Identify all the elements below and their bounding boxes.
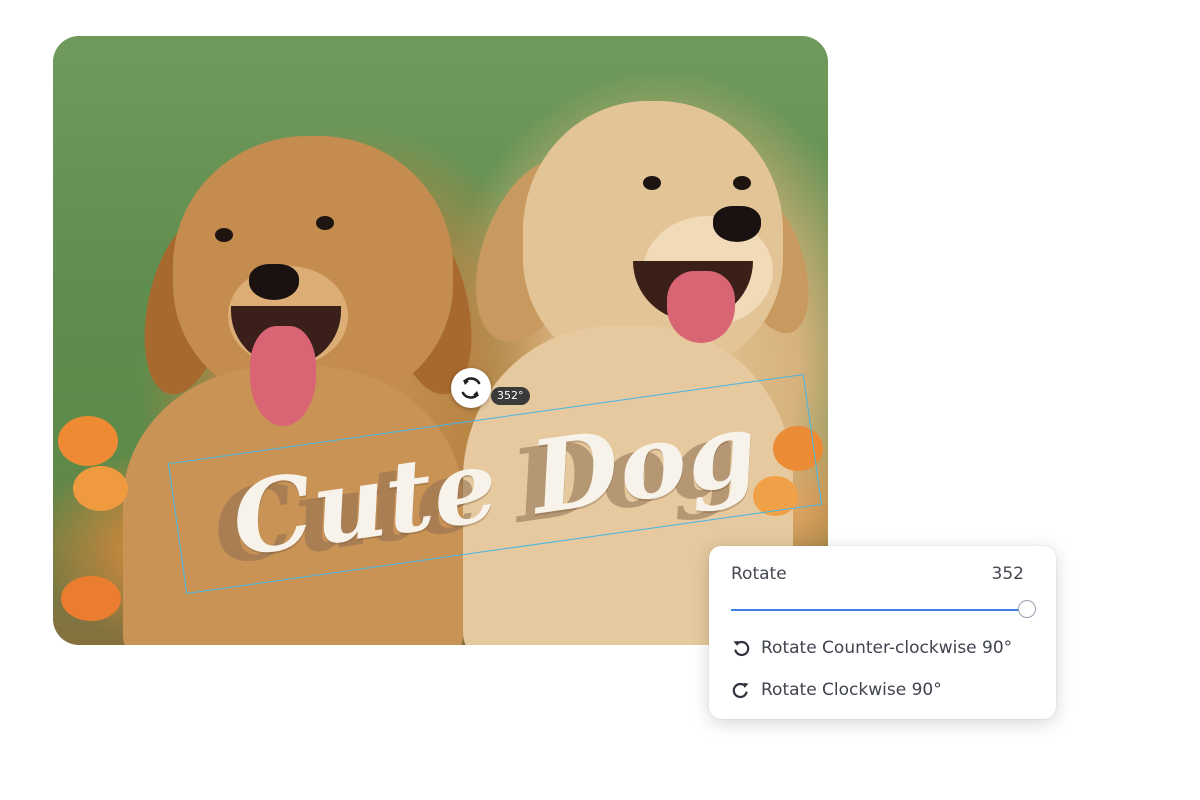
rotate-value: 352: [991, 564, 1024, 584]
rotate-ccw-icon: [733, 640, 750, 657]
rotate-slider[interactable]: [731, 600, 1036, 618]
rotate-ccw-label: Rotate Counter-clockwise 90°: [761, 638, 1013, 658]
rotate-panel: Rotate 352 Rotate Counter-clockwise 90° …: [709, 546, 1056, 719]
rotate-ccw-button[interactable]: Rotate Counter-clockwise 90°: [731, 635, 1012, 661]
rotate-handle-icon: [461, 377, 481, 399]
angle-badge: 352°: [491, 387, 530, 405]
rotate-cw-icon: [732, 682, 749, 699]
rotate-cw-button[interactable]: Rotate Clockwise 90°: [731, 677, 942, 703]
rotate-slider-fill: [731, 609, 1027, 611]
rotate-slider-thumb[interactable]: [1018, 600, 1036, 618]
rotate-handle[interactable]: [451, 368, 491, 408]
rotate-title: Rotate: [731, 564, 787, 584]
rotate-cw-label: Rotate Clockwise 90°: [761, 680, 942, 700]
